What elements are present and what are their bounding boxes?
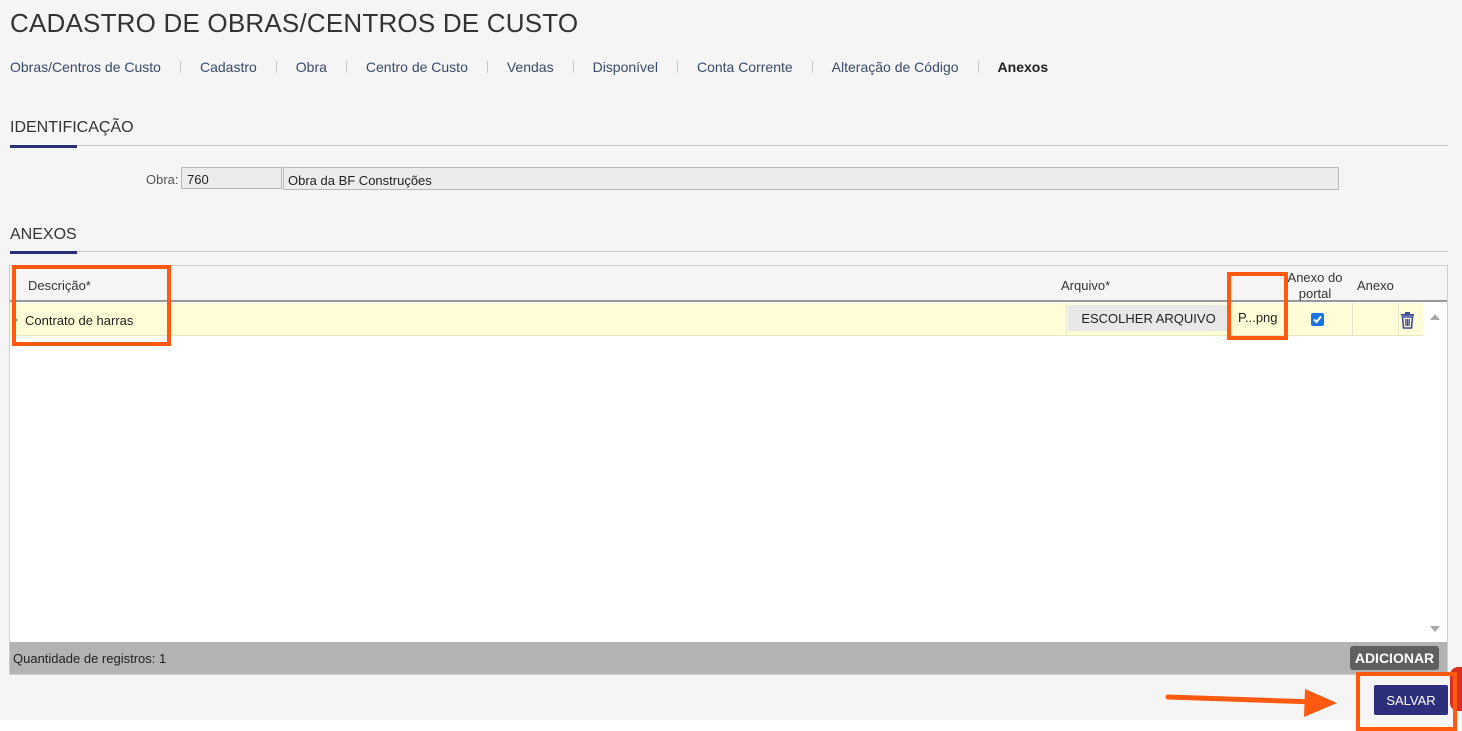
column-header-anexo-portal[interactable]: Anexo do portal [1285,270,1345,302]
cell-divider [1352,303,1353,336]
tab-anexos[interactable]: Anexos [998,59,1049,75]
choose-file-button[interactable]: ESCOLHER ARQUIVO [1068,305,1229,331]
page-title: CADASTRO DE OBRAS/CENTROS DE CUSTO [10,8,579,38]
obra-label: Obra: [146,172,179,187]
section-accent [10,145,77,148]
nav-separator [179,61,181,73]
section-title-identificacao: IDENTIFICAÇÃO [10,119,134,136]
tab-obra[interactable]: Obra [296,59,327,75]
obra-code-field[interactable]: 760 [181,167,282,189]
table-row[interactable]: Contrato de harras ESCOLHER ARQUIVO P...… [10,303,1423,336]
nav-separator [572,61,574,73]
nav-separator [275,61,277,73]
nav-separator [676,61,678,73]
highlight-box-save [1356,672,1457,731]
tab-conta-corrente[interactable]: Conta Corrente [697,59,793,75]
cell-divider [1398,303,1399,336]
grid-footer: Quantidade de registros: 1 ADICIONAR [10,642,1447,674]
scroll-down-icon[interactable] [1430,626,1440,632]
section-divider [10,145,1448,146]
nav-separator [486,61,488,73]
checkbox-checked-icon [1313,315,1322,324]
tab-obras-centros-de-custo[interactable]: Obras/Centros de Custo [10,59,161,75]
trash-icon[interactable] [1400,312,1415,329]
nav-separator [811,61,813,73]
obra-name-field[interactable]: Obra da BF Construções [283,167,1339,190]
highlight-box-descricao [12,265,171,346]
highlight-box-file-name [1227,272,1288,340]
cell-divider [1066,303,1067,336]
tab-disponivel[interactable]: Disponível [593,59,658,75]
tab-alteracao-de-codigo[interactable]: Alteração de Código [832,59,959,75]
arrow-right-icon [1165,689,1337,717]
add-button[interactable]: ADICIONAR [1350,646,1439,670]
nav-separator [345,61,347,73]
tab-centro-de-custo[interactable]: Centro de Custo [366,59,468,75]
scroll-up-icon[interactable] [1430,314,1440,320]
tab-cadastro[interactable]: Cadastro [200,59,257,75]
nav-tabs: Obras/Centros de Custo Cadastro Obra Cen… [10,58,1048,76]
column-header-arquivo[interactable]: Arquivo* [1061,278,1110,293]
column-header-anexo[interactable]: Anexo [1357,278,1394,293]
section-accent [10,251,77,254]
section-divider [10,251,1448,252]
record-count: Quantidade de registros: 1 [13,651,167,666]
anexo-portal-checkbox[interactable] [1311,313,1324,326]
nav-separator [977,61,979,73]
tab-vendas[interactable]: Vendas [507,59,554,75]
section-title-anexos: ANEXOS [10,226,77,243]
